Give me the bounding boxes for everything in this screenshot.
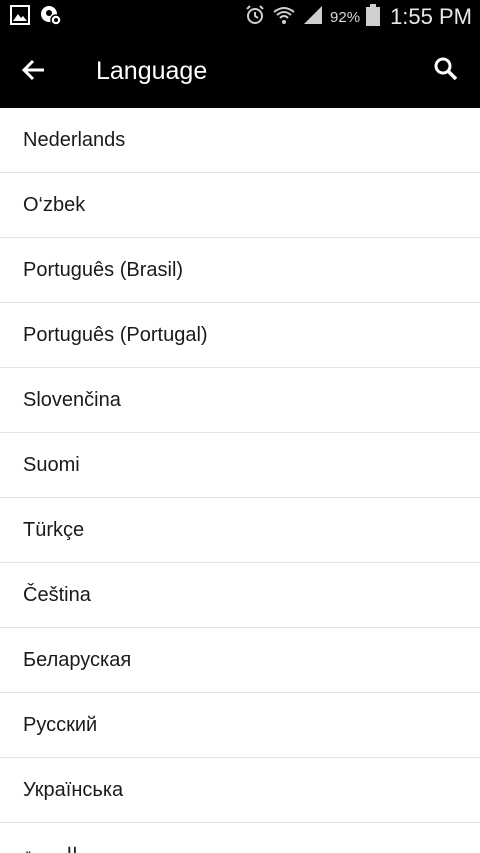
language-item-turkce[interactable]: Türkçe bbox=[0, 498, 480, 563]
app-notification-icon bbox=[40, 4, 62, 31]
language-list: Nederlands O‘zbek Português (Brasil) Por… bbox=[0, 108, 480, 853]
search-button[interactable] bbox=[426, 51, 466, 91]
language-item-nederlands[interactable]: Nederlands bbox=[0, 108, 480, 173]
language-label: Slovenčina bbox=[23, 388, 121, 411]
language-item-portugues-portugal[interactable]: Português (Portugal) bbox=[0, 303, 480, 368]
battery-icon bbox=[366, 3, 381, 31]
alarm-icon bbox=[244, 4, 266, 31]
app-bar: Language bbox=[0, 34, 480, 108]
language-item-belaruskaya[interactable]: Беларуская bbox=[0, 628, 480, 693]
language-item-ozbek[interactable]: O‘zbek bbox=[0, 173, 480, 238]
clock: 1:55 PM bbox=[390, 4, 472, 29]
language-item-arabic[interactable]: العربية bbox=[0, 823, 480, 853]
status-bar-left bbox=[10, 4, 62, 31]
status-bar: 92% 1:55 PM bbox=[0, 0, 480, 34]
language-item-suomi[interactable]: Suomi bbox=[0, 433, 480, 498]
status-bar-right: 92% 1:55 PM bbox=[244, 0, 472, 34]
language-label: Português (Brasil) bbox=[23, 258, 184, 281]
battery-percent: 92% bbox=[330, 8, 361, 26]
language-label: Čeština bbox=[23, 583, 91, 606]
language-label: Русский bbox=[23, 713, 98, 736]
language-label: Português (Portugal) bbox=[23, 323, 208, 346]
language-label: O‘zbek bbox=[23, 193, 86, 216]
search-icon bbox=[433, 56, 459, 87]
arrow-left-icon bbox=[21, 57, 47, 88]
language-label: Українська bbox=[23, 778, 124, 801]
signal-icon bbox=[302, 4, 324, 31]
gallery-icon bbox=[10, 4, 30, 30]
language-item-cestina[interactable]: Čeština bbox=[0, 563, 480, 628]
wifi-icon bbox=[272, 4, 296, 31]
language-item-russkiy[interactable]: Русский bbox=[0, 693, 480, 758]
language-item-portugues-brasil[interactable]: Português (Brasil) bbox=[0, 238, 480, 303]
language-item-ukrainska[interactable]: Українська bbox=[0, 758, 480, 823]
language-item-slovencina[interactable]: Slovenčina bbox=[0, 368, 480, 433]
language-label: العربية bbox=[23, 843, 78, 853]
page-title: Language bbox=[96, 57, 208, 85]
back-button[interactable] bbox=[14, 52, 54, 92]
language-label: Suomi bbox=[23, 453, 80, 476]
language-label: Nederlands bbox=[23, 128, 126, 151]
language-label: Беларуская bbox=[23, 648, 132, 671]
language-label: Türkçe bbox=[23, 518, 85, 541]
